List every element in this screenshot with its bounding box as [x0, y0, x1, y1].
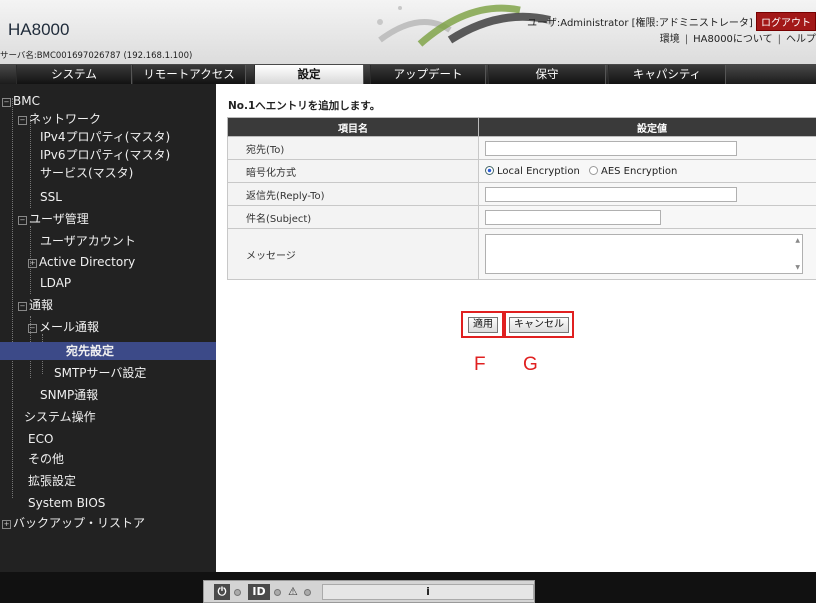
collapse-icon: −: [28, 324, 37, 333]
tab-maintenance[interactable]: 保守: [488, 65, 606, 84]
sidebar-item-other[interactable]: その他: [28, 450, 64, 468]
annotation-f: F: [474, 354, 486, 375]
about-link[interactable]: HA8000について: [693, 34, 773, 45]
collapse-icon: −: [18, 302, 27, 311]
sidebar-item-ldap[interactable]: LDAP: [40, 274, 71, 292]
tab-update[interactable]: アップデート: [370, 65, 486, 84]
header-links: 環境 | HA8000について | ヘルプ: [659, 34, 816, 45]
sidebar-item-user-management[interactable]: − ユーザ管理: [18, 210, 89, 228]
role-label: [権限:アドミニストレータ]: [631, 18, 753, 29]
logout-button[interactable]: ログアウト: [756, 12, 816, 31]
status-panel: ⏻ ID ⚠ i: [203, 580, 535, 603]
cancel-highlight: [504, 311, 574, 338]
sidebar-item-system-bios[interactable]: System BIOS: [28, 494, 105, 512]
encryption-label: 暗号化方式: [227, 159, 479, 183]
sidebar-item-smtp-server[interactable]: SMTPサーバ設定: [54, 364, 146, 382]
to-input[interactable]: [485, 140, 737, 156]
apply-highlight: [461, 311, 504, 338]
reply-to-input[interactable]: [485, 186, 737, 202]
user-info: ユーザ:Administrator [権限:アドミニストレータ] ログアウト: [527, 12, 816, 31]
collapse-icon: −: [18, 216, 27, 225]
id-led-icon: [274, 589, 281, 596]
power-icon[interactable]: ⏻: [214, 584, 230, 600]
message-textarea[interactable]: ▲ ▼: [485, 234, 803, 274]
header: HA8000 サーバ名:BMC001697026787 (192.168.1.1…: [0, 0, 816, 65]
column-header-item: 項目名: [227, 117, 479, 137]
sidebar-item-backup-restore[interactable]: + バックアップ・リストア: [2, 514, 145, 532]
server-name: サーバ名:BMC001697026787 (192.168.1.100): [0, 51, 193, 61]
aes-encryption-label: AES Encryption: [600, 165, 678, 177]
tab-capacity[interactable]: キャパシティ: [608, 65, 726, 84]
collapse-icon: −: [18, 116, 27, 125]
to-label: 宛先(To): [227, 136, 479, 160]
sidebar-item-snmp[interactable]: SNMP通報: [40, 386, 98, 404]
status-info-field: i: [322, 584, 534, 600]
scroll-up-icon[interactable]: ▲: [795, 237, 800, 244]
expand-icon: +: [28, 259, 37, 268]
subject-input[interactable]: [485, 209, 661, 225]
subject-label: 件名(Subject): [227, 205, 479, 229]
sidebar-item-extended-settings[interactable]: 拡張設定: [28, 472, 76, 490]
local-encryption-label: Local Encryption: [497, 165, 580, 177]
scroll-down-icon[interactable]: ▼: [795, 264, 800, 271]
warning-icon: ⚠: [288, 585, 298, 598]
help-link[interactable]: ヘルプ: [786, 34, 816, 45]
sidebar-item-ipv4[interactable]: IPv4プロパティ(マスタ): [40, 128, 170, 146]
sidebar-item-eco[interactable]: ECO: [28, 430, 53, 448]
sidebar-item-ssl[interactable]: SSL: [40, 188, 62, 206]
sidebar-item-active-directory[interactable]: + Active Directory: [28, 253, 135, 271]
environment-link[interactable]: 環境: [660, 34, 680, 45]
power-led-icon: [234, 589, 241, 596]
entry-form-table: 項目名 設定値 宛先(To) 暗号化方式 Local Encryption AE…: [227, 117, 816, 280]
sidebar-item-user-account[interactable]: ユーザアカウント: [40, 232, 136, 250]
footer: ⏻ ID ⚠ i: [0, 572, 816, 603]
expand-icon: +: [2, 520, 11, 529]
warning-led-icon: [304, 589, 311, 596]
id-icon[interactable]: ID: [248, 584, 270, 600]
sidebar-item-bmc[interactable]: − BMC: [2, 92, 40, 110]
sidebar-item-system-operation[interactable]: システム操作: [24, 408, 96, 426]
sidebar-item-notification[interactable]: − 通報: [18, 296, 53, 314]
sidebar-item-ipv6[interactable]: IPv6プロパティ(マスタ): [40, 146, 170, 164]
tab-system[interactable]: システム: [16, 65, 132, 84]
annotation-g: G: [523, 354, 538, 375]
sidebar-item-network[interactable]: − ネットワーク: [18, 110, 101, 128]
aes-encryption-radio[interactable]: [588, 165, 598, 175]
form-title: No.1へエントリを追加します。: [228, 100, 381, 112]
reply-to-label: 返信先(Reply-To): [227, 182, 479, 206]
tab-settings[interactable]: 設定: [254, 65, 364, 84]
app-title: HA8000: [8, 20, 70, 39]
local-encryption-radio[interactable]: [485, 165, 494, 175]
user-label: ユーザ:Administrator: [527, 18, 629, 29]
main-tab-bar: システム リモートアクセス 設定 アップデート 保守 キャパシティ: [0, 64, 816, 84]
main-content: No.1へエントリを追加します。 項目名 設定値 宛先(To) 暗号化方式 Lo…: [216, 84, 816, 572]
message-label: メッセージ: [227, 228, 479, 280]
column-header-value: 設定値: [478, 117, 816, 137]
sidebar-item-services[interactable]: サービス(マスタ): [40, 164, 133, 182]
collapse-icon: −: [2, 98, 11, 107]
sidebar-item-destination[interactable]: 宛先設定: [0, 342, 216, 360]
tab-remote-access[interactable]: リモートアクセス: [132, 65, 246, 84]
sidebar-tree: − BMC − ネットワーク IPv4プロパティ(マスタ) IPv6プロパティ(マス…: [0, 84, 216, 572]
sidebar-item-mail-notification[interactable]: − メール通報: [28, 318, 99, 336]
